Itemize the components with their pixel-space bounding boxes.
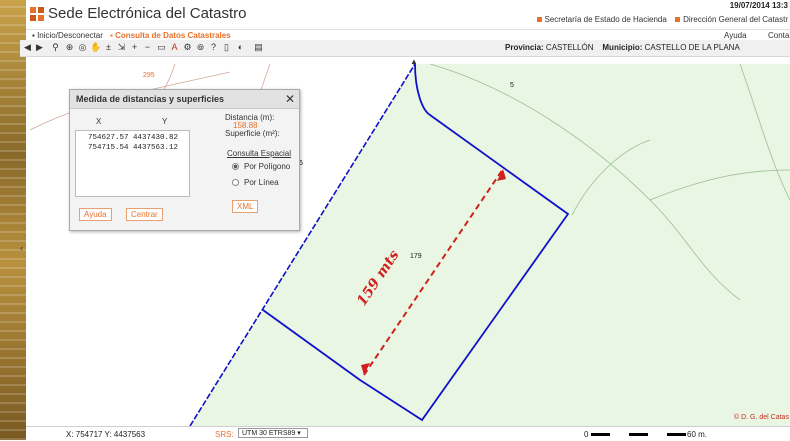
parcel-label-179: 179 [410, 253, 422, 260]
bullet-icon [675, 17, 681, 22]
radio-unchecked-icon [232, 179, 239, 186]
close-icon[interactable]: ✕ [285, 92, 295, 106]
srs-label: SRS: [215, 430, 234, 439]
srs-select[interactable]: UTM 30 ETRS89 ▾ [238, 428, 308, 438]
layers-icon[interactable]: ⚙ [182, 42, 193, 53]
bullet-icon [536, 17, 542, 22]
menu-login[interactable]: ▪ Inicio/Desconectar [32, 31, 103, 40]
coord-row: 754627.57 4437430.82 [88, 134, 179, 142]
status-bar: X: 754717 Y: 4437563 SRS: UTM 30 ETRS89 … [26, 426, 790, 441]
measure-dialog: Medida de distancias y superficies ✕ X Y… [69, 89, 300, 231]
menu-ayuda[interactable]: Ayuda [724, 31, 747, 40]
pan-left-icon[interactable]: ‹ [20, 243, 23, 253]
scale-bar [591, 433, 686, 436]
ayuda-button[interactable]: Ayuda [79, 208, 112, 221]
legend-icon[interactable]: ▤ [253, 42, 264, 53]
link-direccion[interactable]: Dirección General del Catastr [683, 15, 788, 24]
help-icon[interactable]: ? [208, 42, 219, 53]
scale-zero: 0 [584, 430, 589, 439]
parcel-label-5: 5 [510, 82, 514, 89]
column-y-header: Y [162, 117, 168, 126]
radio-poligono[interactable]: Por Polígono [232, 162, 290, 171]
location-info: Provincia: CASTELLÓN Municipio: CASTELLO… [505, 43, 740, 52]
consulta-espacial-link[interactable]: Consulta Espacial [227, 149, 291, 158]
coord-row: 754715.54 4437563.12 [88, 144, 179, 152]
search-ref-icon[interactable]: ⊚ [195, 42, 206, 53]
catastro-logo [30, 7, 44, 21]
measure-icon[interactable]: ▭ [156, 42, 167, 53]
forward-icon[interactable]: ▶ [34, 42, 45, 53]
coordinates-list[interactable]: 754627.57 4437430.82 754715.54 4437563.1… [75, 130, 190, 197]
area-icon[interactable]: A [169, 42, 180, 53]
superficie-label: Superficie (m²): [225, 129, 280, 138]
current-date: 19/07/2014 13:3 [729, 1, 788, 10]
menu-consulta[interactable]: ▪ Consulta de Datos Catastrales [110, 31, 231, 40]
radio-linea[interactable]: Por Línea [232, 178, 279, 187]
info-arrow-icon[interactable]: ± [103, 42, 114, 53]
column-x-header: X [96, 117, 102, 126]
zoom-out-icon[interactable]: − [142, 42, 153, 53]
select-icon[interactable]: ⇲ [116, 42, 127, 53]
cursor-coordinates: X: 754717 Y: 4437563 [66, 430, 146, 439]
zoom-icon[interactable]: ⚲ [50, 42, 61, 53]
app-title: Sede Electrónica del Catastro [48, 5, 247, 22]
scale-label: 60 m. [687, 430, 708, 439]
menu-contacto[interactable]: Conta [768, 31, 789, 40]
header: Sede Electrónica del Catastro 19/07/2014… [26, 0, 790, 29]
zoom-window-icon[interactable]: ⊕ [64, 42, 75, 53]
header-links: Secretaría de Estado de Hacienda Direcci… [531, 15, 788, 24]
dialog-title: Medida de distancias y superficies [76, 94, 225, 104]
map-toolbar: ◀ ▶ ⚲ ⊕ ◎ ✋ ± ⇲ + − ▭ A ⚙ ⊚ ? ▯ ◐ ▤ Prov… [20, 40, 790, 57]
centrar-button[interactable]: Centrar [126, 208, 163, 221]
side-banner [0, 0, 26, 440]
location-icon[interactable]: ◐ [235, 42, 246, 53]
zoom-extent-icon[interactable]: ◎ [77, 42, 88, 53]
dialog-titlebar[interactable]: Medida de distancias y superficies ✕ [70, 90, 299, 109]
copyright-text: © D. G. del Catas [734, 414, 789, 421]
radio-checked-icon [232, 163, 239, 170]
print-icon[interactable]: ▯ [221, 42, 232, 53]
zoom-in-icon[interactable]: + [129, 42, 140, 53]
back-icon[interactable]: ◀ [22, 42, 33, 53]
parcel-label-295: 295 [143, 72, 155, 79]
link-secretaria[interactable]: Secretaría de Estado de Hacienda [545, 15, 667, 24]
xml-button[interactable]: XML [232, 200, 259, 213]
pan-hand-icon[interactable]: ✋ [90, 42, 101, 53]
